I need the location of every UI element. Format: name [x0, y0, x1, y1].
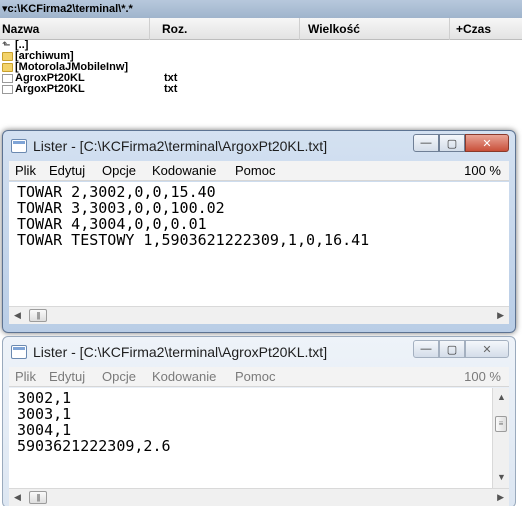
file-name: ArgoxPt20KL	[15, 83, 85, 95]
file-row-parent[interactable]: ⬑ [..]	[0, 40, 522, 51]
column-header: Nazwa Roz. Wielkość +Czas	[0, 18, 522, 40]
lister-window-active[interactable]: Lister - [C:\KCFirma2\terminal\ArgoxPt20…	[2, 130, 516, 333]
horizontal-scrollbar[interactable]: ◀ ||| ▶	[9, 488, 509, 506]
path-bar[interactable]: ▾c:\KCFirma2\terminal\*.*	[0, 0, 522, 18]
file-list: ⬑ [..] [archiwum] [MotorolaJMobileInw] A…	[0, 40, 522, 95]
menu-pomoc[interactable]: Pomoc	[235, 369, 275, 384]
column-name-header[interactable]: Nazwa	[0, 18, 150, 40]
menu-edytuj[interactable]: Edytuj	[49, 163, 85, 178]
window-controls: — ▢ ✕	[413, 134, 509, 152]
menu-plik[interactable]: Plik	[15, 163, 36, 178]
menu-pomoc[interactable]: Pomoc	[235, 163, 275, 178]
maximize-button[interactable]: ▢	[439, 340, 465, 358]
titlebar[interactable]: Lister - [C:\KCFirma2\terminal\ArgoxPt20…	[3, 131, 515, 161]
file-icon	[2, 74, 13, 83]
close-button[interactable]: ✕	[465, 340, 509, 358]
scroll-thumb[interactable]: |||	[29, 309, 47, 322]
folder-icon	[2, 52, 13, 61]
lister-window-inactive[interactable]: Lister - [C:\KCFirma2\terminal\AgroxPt20…	[2, 336, 516, 506]
file-icon	[2, 85, 13, 94]
maximize-button[interactable]: ▢	[439, 134, 465, 152]
close-button[interactable]: ✕	[465, 134, 509, 152]
scroll-left-icon[interactable]: ◀	[14, 310, 21, 321]
column-size-header[interactable]: Wielkość	[300, 18, 450, 40]
titlebar[interactable]: Lister - [C:\KCFirma2\terminal\AgroxPt20…	[3, 337, 515, 367]
menu-bar: Plik Edytuj Opcje Kodowanie Pomoc 100 %	[9, 367, 509, 387]
zoom-level: 100 %	[464, 163, 501, 178]
menu-kodowanie[interactable]: Kodowanie	[152, 163, 216, 178]
lister-window-icon	[11, 139, 27, 153]
menu-edytuj[interactable]: Edytuj	[49, 369, 85, 384]
zoom-level: 100 %	[464, 369, 501, 384]
up-dir-icon: ⬑	[2, 40, 11, 51]
scroll-right-icon[interactable]: ▶	[497, 310, 504, 321]
scroll-thumb[interactable]: |||	[29, 491, 47, 504]
column-date-header[interactable]: +Czas	[450, 18, 522, 40]
minimize-button[interactable]: —	[413, 134, 439, 152]
minimize-button[interactable]: —	[413, 340, 439, 358]
vertical-scrollbar[interactable]: ▲ ≡ ▼	[492, 388, 509, 488]
menu-opcje[interactable]: Opcje	[102, 163, 136, 178]
column-ext-header[interactable]: Roz.	[150, 18, 300, 40]
menu-kodowanie[interactable]: Kodowanie	[152, 369, 216, 384]
folder-icon	[2, 63, 13, 72]
scroll-thumb[interactable]: ≡	[495, 416, 507, 432]
text-content[interactable]: TOWAR 2,3002,0,0,15.40 TOWAR 3,3003,0,0,…	[9, 182, 509, 306]
lister-window-icon	[11, 345, 27, 359]
menu-opcje[interactable]: Opcje	[102, 369, 136, 384]
window-controls: — ▢ ✕	[413, 340, 509, 358]
scroll-down-icon[interactable]: ▼	[497, 472, 506, 482]
window-title: Lister - [C:\KCFirma2\terminal\ArgoxPt20…	[33, 138, 328, 154]
file-row-argoxpt20kl[interactable]: ArgoxPt20KL txt	[0, 84, 522, 95]
scroll-right-icon[interactable]: ▶	[497, 492, 504, 503]
scroll-left-icon[interactable]: ◀	[14, 492, 21, 503]
menu-plik[interactable]: Plik	[15, 369, 36, 384]
horizontal-scrollbar[interactable]: ◀ ||| ▶	[9, 306, 509, 324]
scroll-up-icon[interactable]: ▲	[497, 392, 506, 402]
file-ext: txt	[164, 83, 178, 95]
text-content[interactable]: 3002,1 3003,1 3004,1 5903621222309,2.6	[9, 388, 492, 488]
menu-bar: Plik Edytuj Opcje Kodowanie Pomoc 100 %	[9, 161, 509, 181]
window-title: Lister - [C:\KCFirma2\terminal\AgroxPt20…	[33, 344, 328, 360]
